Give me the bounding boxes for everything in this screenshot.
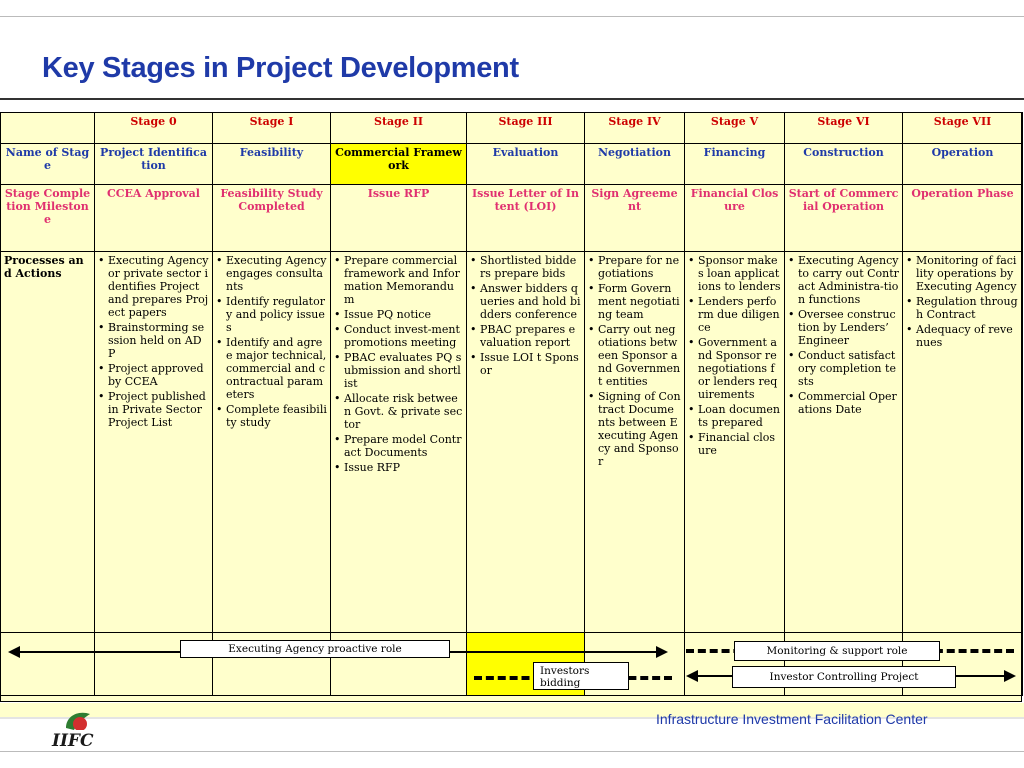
action-item: Allocate risk between Govt. & private se… [334,392,463,431]
stage-header: Stage II [330,112,467,144]
action-item: Answer bidders queries and hold bidders … [470,282,581,321]
action-item: Form Government negotiating team [588,282,681,321]
action-item: Project published in Private Sector Proj… [98,390,209,429]
action-item: Conduct invest-ment promotions meeting [334,323,463,349]
action-item: Prepare for negotiations [588,254,681,280]
action-item: Prepare commercial framework and Informa… [334,254,463,306]
iifc-logo: IIFC [50,712,108,750]
action-item: Sponsor makes loan applications to lende… [688,254,781,293]
action-item: Shortlisted bidders prepare bids [470,254,581,280]
action-item: Executing Agency engages consultants [216,254,327,293]
logo-text: IIFC [51,731,94,750]
stage-header: Stage III [466,112,585,144]
stage-name: Operation [902,143,1023,185]
top-rule [0,16,1024,17]
action-item: Issue LOI t Sponsor [470,351,581,377]
corner-cell [0,112,95,144]
stage-header: Stage VI [784,112,903,144]
milestone: CCEA Approval [94,184,213,252]
action-item: Executing Agency to carry out Contract A… [788,254,899,306]
action-item: Conduct satisfactory completion tests [788,349,899,388]
action-item: Brainstorming session held on ADP [98,321,209,360]
stage-name: Feasibility [212,143,331,185]
action-item: Loan documents prepared [688,403,781,429]
action-item: Financial closure [688,431,781,457]
stage-header: Stage VII [902,112,1023,144]
stage-header-row: Stage 0 Stage I Stage II Stage III Stage… [0,112,1023,144]
action-item: Adequacy of revenues [906,323,1019,349]
action-item: Executing Agency or private sector ident… [98,254,209,319]
actions-cell: Shortlisted bidders prepare bidsAnswer b… [466,251,585,633]
actions-cell: Sponsor makes loan applications to lende… [684,251,785,633]
action-item: Signing of Contract Documents between Ex… [588,390,681,468]
action-item: Prepare model Contract Documents [334,433,463,459]
action-item: Issue RFP [334,461,463,474]
row-label-milestone: Stage Completion Milestone [0,184,95,252]
monitoring-role-label: Monitoring & support role [734,641,940,661]
milestone-row: Stage Completion Milestone CCEA Approval… [0,184,1023,252]
milestone: Financial Closure [684,184,785,252]
stage-name: Project Identification [94,143,213,185]
stage-name: Negotiation [584,143,685,185]
action-item: Project approved by CCEA [98,362,209,388]
action-item: Issue PQ notice [334,308,463,321]
actions-cell: Executing Agency or private sector ident… [94,251,213,633]
action-item: Lenders perform due diligence [688,295,781,334]
milestone: Sign Agreement [584,184,685,252]
actions-cell: Executing Agency engages consultantsIden… [212,251,331,633]
stages-table: Stage 0 Stage I Stage II Stage III Stage… [0,112,1023,696]
action-item: Identify and agree major technical, comm… [216,336,327,401]
stage-header: Stage IV [584,112,685,144]
arrow-right-head [1004,670,1016,682]
actions-cell: Prepare commercial framework and Informa… [330,251,467,633]
action-item: Complete feasibility study [216,403,327,429]
stage-name: Commercial Framework [330,143,467,185]
title-rule [0,98,1024,100]
action-item: PBAC prepares evaluation report [470,323,581,349]
action-item: Monitoring of facility operations by Exe… [906,254,1019,293]
executing-role-label: Executing Agency proactive role [180,640,450,658]
stage-header: Stage I [212,112,331,144]
milestone: Feasibility Study Completed [212,184,331,252]
actions-row: Processes and Actions Executing Agency o… [0,251,1023,633]
bottom-rule [0,751,1024,752]
action-item: Government and Sponsor renegotiations fo… [688,336,781,401]
milestone: Issue Letter of Intent (LOI) [466,184,585,252]
actions-cell: Prepare for negotiationsForm Government … [584,251,685,633]
stage-name: Evaluation [466,143,585,185]
action-item: Regulation through Contract [906,295,1019,321]
actions-cell: Executing Agency to carry out Contract A… [784,251,903,633]
milestone: Start of Commercial Operation [784,184,903,252]
action-item: Carry out negotiations between Sponsor a… [588,323,681,388]
actions-cell: Monitoring of facility operations by Exe… [902,251,1023,633]
action-item: PBAC evaluates PQ submission and shortli… [334,351,463,390]
name-row: Name of Stage Project Identification Fea… [0,143,1023,185]
page-title: Key Stages in Project Development [42,52,519,84]
roles-cell [0,632,95,696]
stage-header: Stage 0 [94,112,213,144]
milestone: Issue RFP [330,184,467,252]
row-label-process: Processes and Actions [0,251,95,633]
investor-controlling-label: Investor Controlling Project [732,666,956,688]
action-item: Identify regulatory and policy issues [216,295,327,334]
stage-name: Financing [684,143,785,185]
row-label-name: Name of Stage [0,143,95,185]
footer-text: Infrastructure Investment Facilitation C… [656,711,928,727]
action-item: Commercial Operations Date [788,390,899,416]
arrow-right-head [656,646,668,658]
action-item: Oversee construction by Lenders’ Enginee… [788,308,899,347]
stage-name: Construction [784,143,903,185]
stage-header: Stage V [684,112,785,144]
investors-bidding-label: Investors bidding [533,662,629,690]
milestone: Operation Phase [902,184,1023,252]
